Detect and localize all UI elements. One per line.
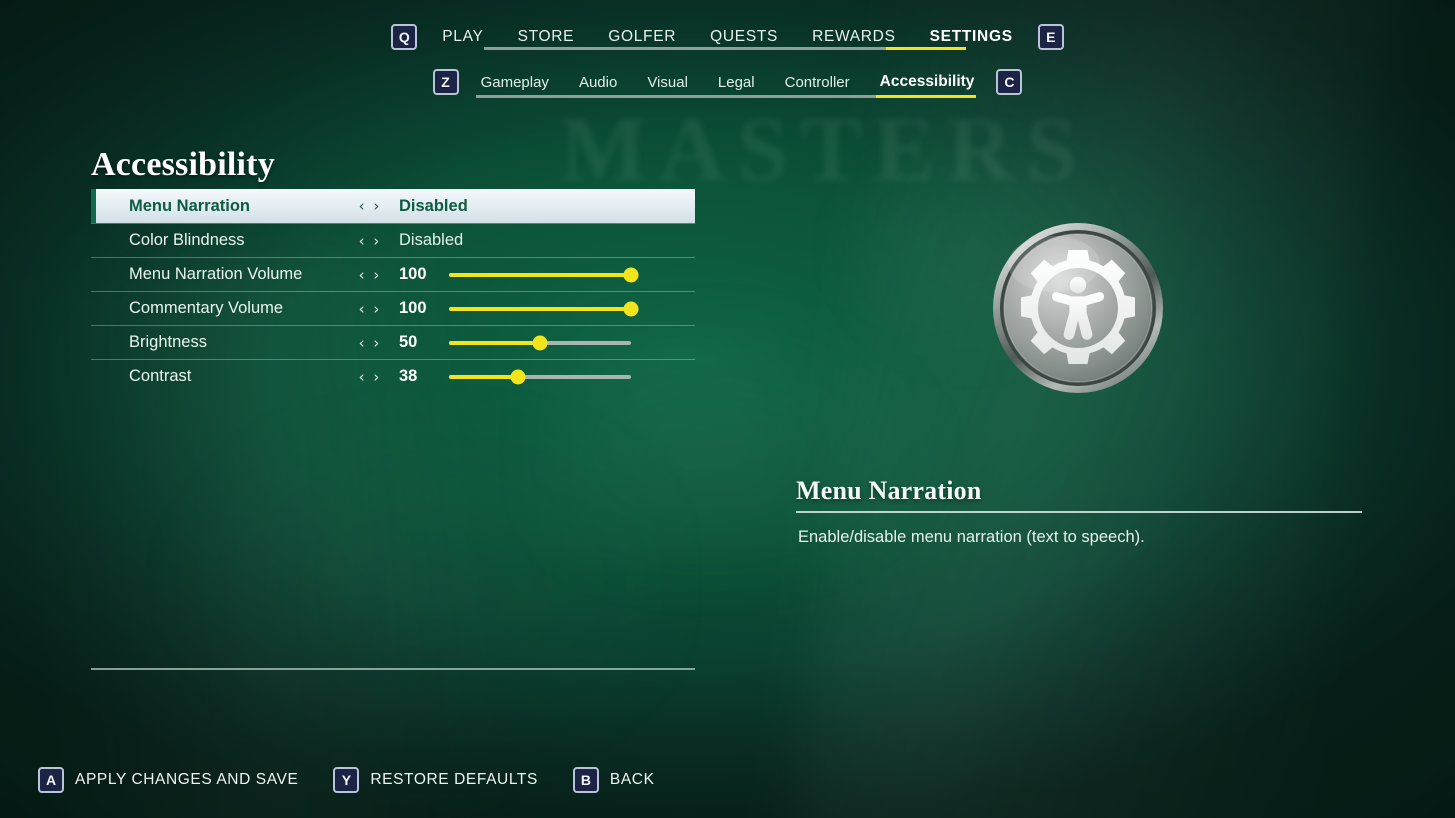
tab-legal[interactable]: Legal	[710, 74, 763, 91]
setting-label: Menu Narration	[129, 196, 251, 215]
primary-nav-underline	[484, 47, 966, 50]
setting-arrows-icon[interactable]: ‹ ›	[349, 300, 391, 318]
setting-row[interactable]: Menu Narration ‹ › Disabled	[91, 189, 695, 223]
setting-label: Brightness	[129, 333, 207, 351]
setting-slider[interactable]	[449, 299, 639, 319]
key-badge-e[interactable]: E	[1037, 24, 1064, 50]
setting-value: 100	[399, 299, 427, 317]
slider-fill	[449, 374, 519, 379]
nav-item-quests[interactable]: QUESTS	[701, 28, 787, 46]
setting-slider[interactable]	[449, 367, 631, 387]
nav-item-play[interactable]: PLAY	[433, 28, 492, 46]
footer-action[interactable]: Y RESTORE DEFAULTS	[333, 767, 538, 793]
setting-row[interactable]: Contrast ‹ › 38	[91, 359, 695, 393]
setting-arrows-icon[interactable]: ‹ ›	[349, 334, 391, 352]
footer-action[interactable]: A APPLY CHANGES AND SAVE	[38, 767, 298, 793]
setting-arrows-icon[interactable]: ‹ ›	[349, 232, 391, 250]
key-badge-b[interactable]: B	[572, 767, 599, 793]
setting-label: Commentary Volume	[129, 299, 284, 317]
page-title: Accessibility	[91, 146, 275, 183]
slider-fill	[449, 272, 631, 277]
footer-action-label: BACK	[609, 771, 655, 788]
accessibility-gear-icon	[992, 222, 1164, 394]
setting-value: 100	[399, 265, 427, 283]
setting-arrows-icon[interactable]: ‹ ›	[349, 266, 391, 284]
setting-value: 38	[399, 367, 418, 385]
key-badge-c[interactable]: C	[996, 69, 1023, 95]
footer-action[interactable]: B BACK	[572, 767, 655, 793]
secondary-nav-underline	[476, 95, 976, 98]
setting-slider[interactable]	[449, 265, 639, 285]
slider-knob[interactable]	[532, 335, 548, 350]
description-body: Enable/disable menu narration (text to s…	[798, 528, 1145, 546]
nav-item-golfer[interactable]: GOLFER	[599, 28, 685, 46]
setting-row[interactable]: Brightness ‹ › 50	[91, 325, 695, 359]
secondary-nav-active-underline	[876, 95, 976, 98]
setting-row[interactable]: Commentary Volume ‹ › 100	[91, 291, 695, 325]
tab-gameplay[interactable]: Gameplay	[473, 74, 557, 91]
setting-value: 50	[399, 333, 418, 351]
setting-label: Contrast	[129, 367, 192, 385]
background-vignette	[0, 0, 1455, 818]
footer-actions: A APPLY CHANGES AND SAVE Y RESTORE DEFAULTS…	[38, 766, 690, 794]
key-badge-a[interactable]: A	[38, 767, 64, 793]
footer-action-label: APPLY CHANGES AND SAVE	[75, 771, 299, 788]
setting-label: Menu Narration Volume	[129, 265, 303, 283]
setting-row[interactable]: Menu Narration Volume ‹ › 100	[91, 257, 695, 291]
nav-item-settings[interactable]: SETTINGS	[921, 28, 1022, 46]
key-badge-y[interactable]: Y	[333, 767, 360, 793]
slider-knob[interactable]	[510, 369, 526, 384]
settings-list-bottom-divider	[91, 668, 695, 670]
slider-knob[interactable]	[623, 301, 639, 316]
nav-item-store[interactable]: STORE	[509, 28, 584, 46]
description-divider	[796, 511, 1362, 513]
setting-arrows-icon[interactable]: ‹ ›	[349, 368, 391, 386]
tab-visual[interactable]: Visual	[639, 74, 696, 91]
slider-fill	[449, 306, 631, 311]
tab-accessibility[interactable]: Accessibility	[872, 73, 983, 91]
setting-label: Color Blindness	[129, 231, 245, 249]
setting-slider[interactable]	[449, 333, 631, 353]
setting-arrows-icon[interactable]: ‹ ›	[349, 197, 391, 215]
description-title: Menu Narration	[796, 476, 982, 505]
settings-list: Menu Narration ‹ › Disabled Color Blindness…	[91, 189, 695, 393]
primary-nav-active-underline	[886, 47, 966, 50]
setting-value: Disabled	[399, 231, 464, 249]
setting-value: Disabled	[399, 196, 468, 215]
background: MASTERS	[0, 0, 1455, 818]
key-badge-q[interactable]: Q	[391, 24, 418, 50]
secondary-nav: Z Gameplay Audio Visual Legal Controller…	[0, 68, 1455, 96]
slider-fill	[449, 340, 540, 345]
footer-action-label: RESTORE DEFAULTS	[370, 771, 538, 788]
key-badge-z[interactable]: Z	[432, 69, 459, 95]
tab-audio[interactable]: Audio	[571, 74, 625, 91]
setting-row[interactable]: Color Blindness ‹ › Disabled	[91, 223, 695, 257]
slider-knob[interactable]	[623, 267, 639, 282]
tab-controller[interactable]: Controller	[777, 74, 858, 91]
nav-item-rewards[interactable]: REWARDS	[803, 28, 905, 46]
